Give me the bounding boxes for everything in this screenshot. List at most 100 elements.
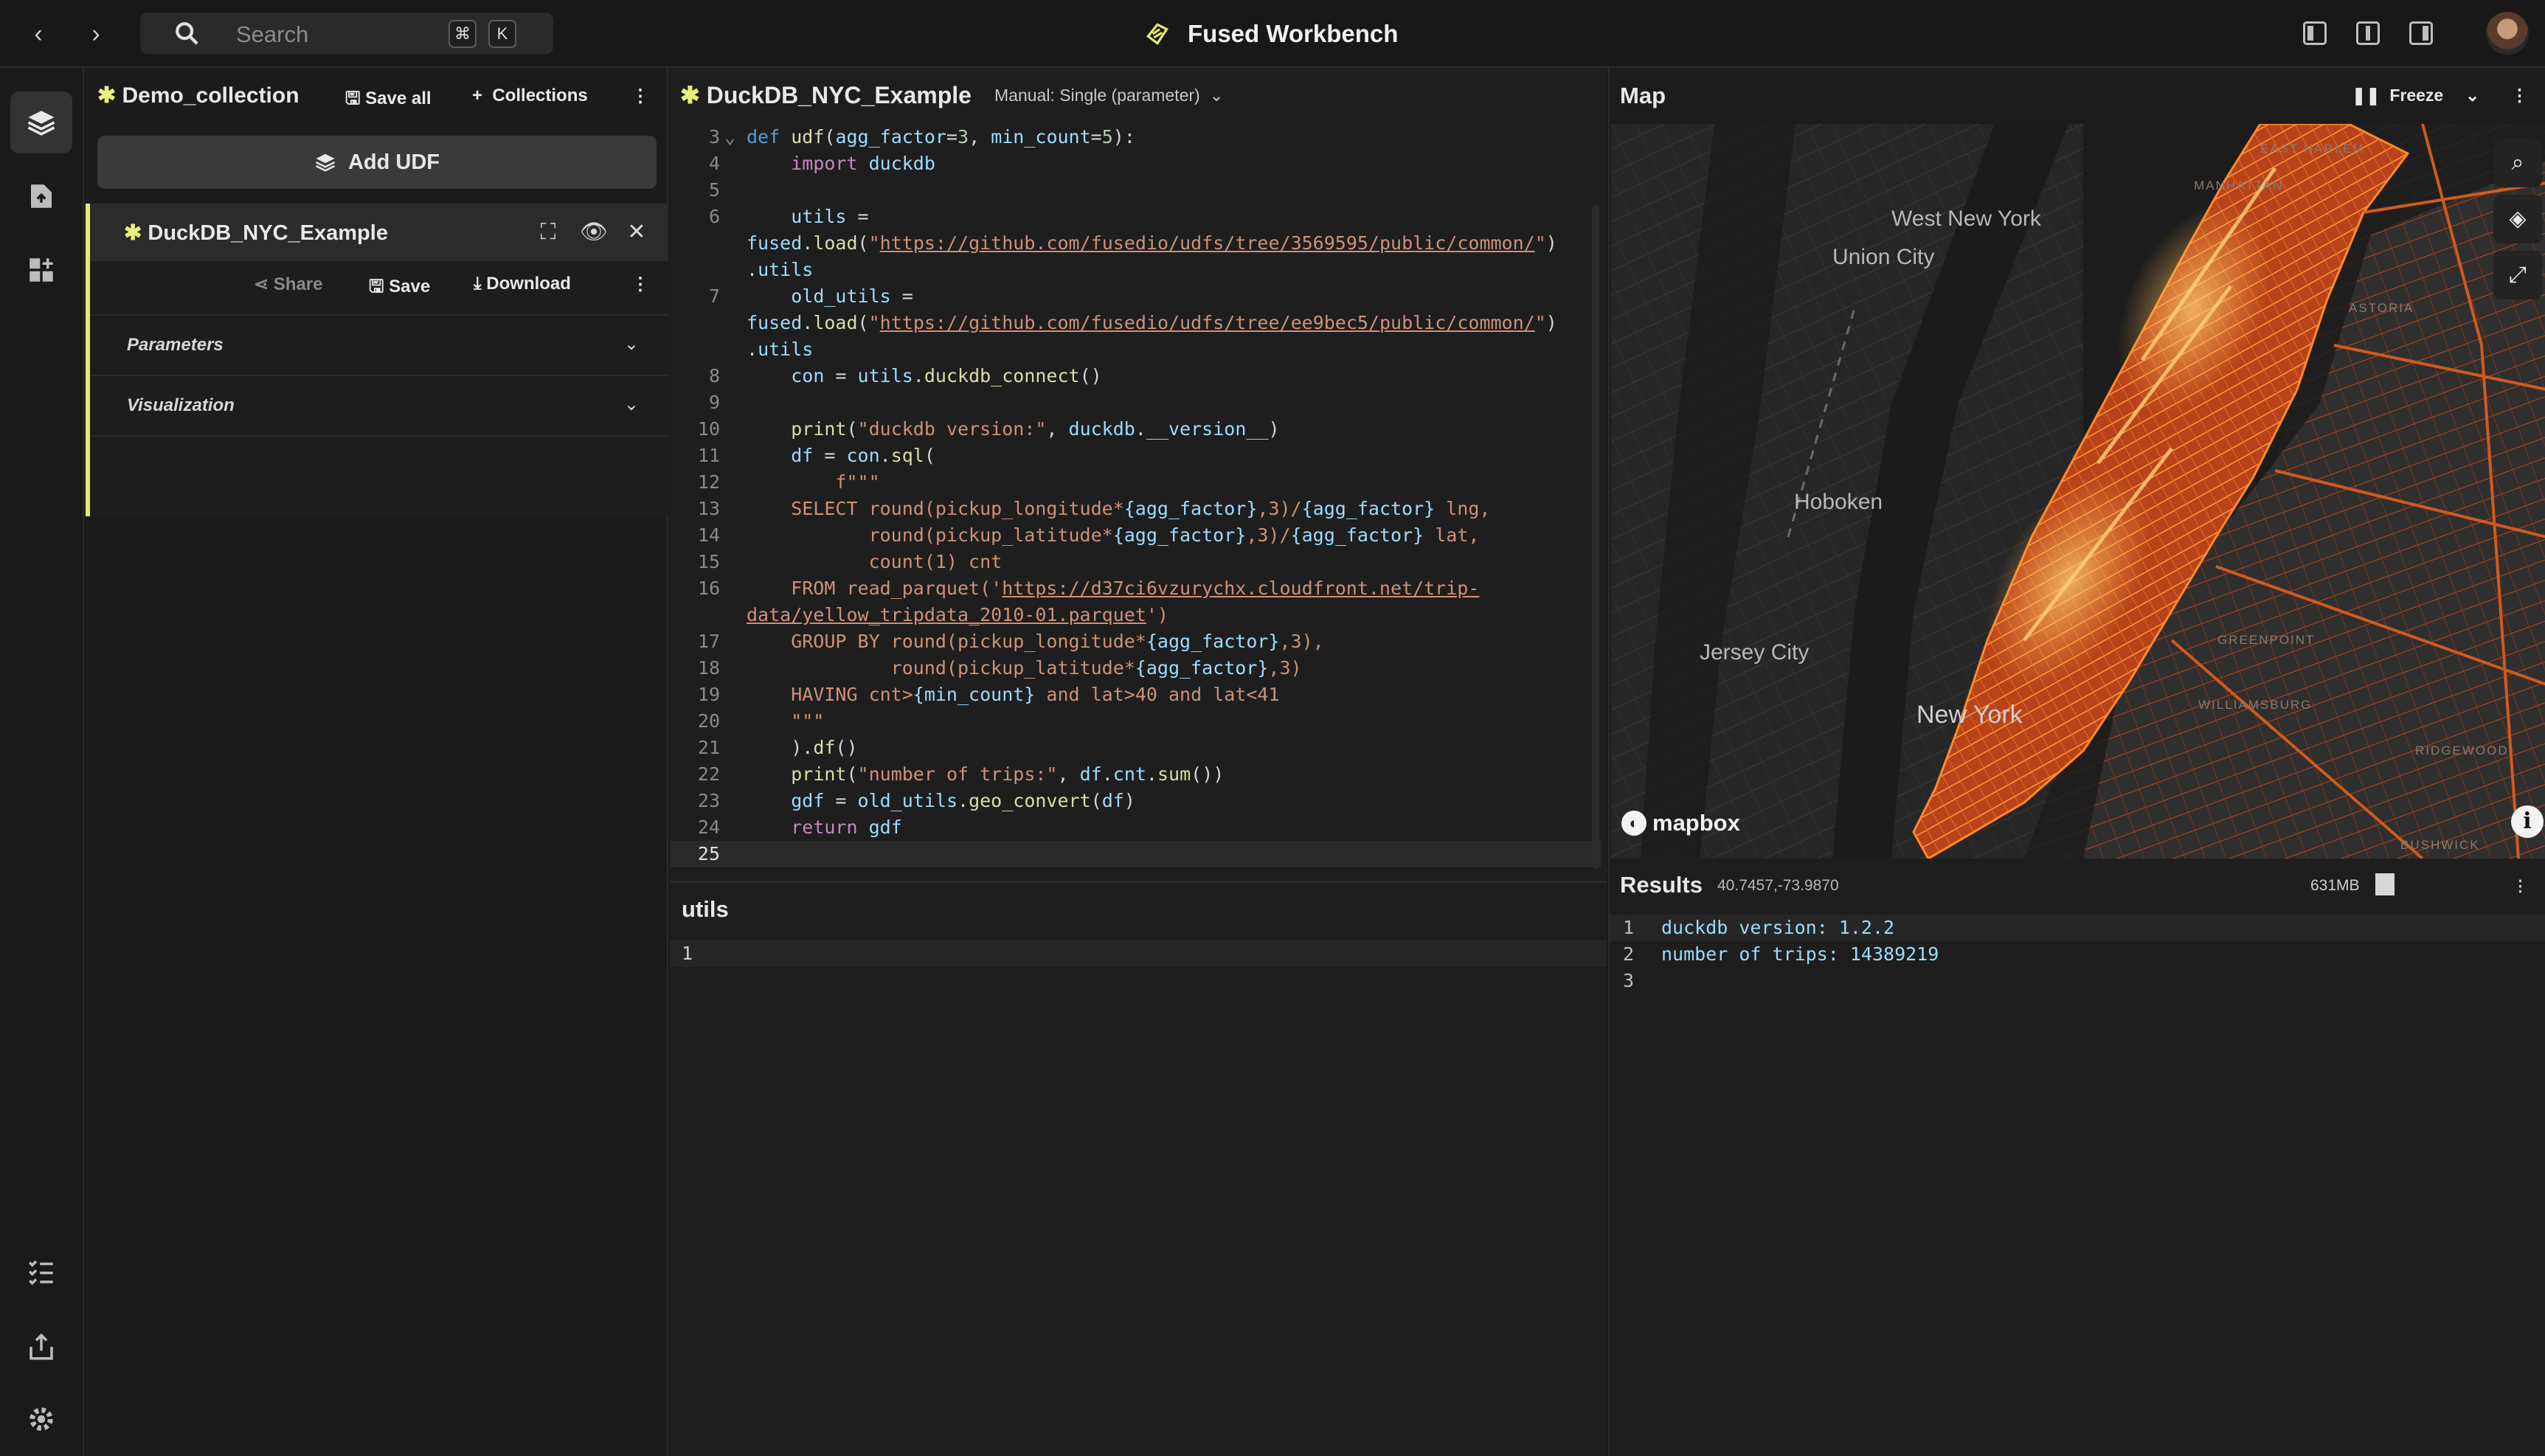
collection-name: Demo_collection xyxy=(122,83,299,108)
code-line: 15 count(1) cnt xyxy=(670,549,1601,575)
code-area[interactable]: 3 ⌄ def udf(agg_factor=3, min_count=5): 4 … xyxy=(670,124,1601,879)
save-all-button[interactable]: 🖫 Save all xyxy=(345,86,432,116)
fused-logo-icon xyxy=(1146,23,1168,45)
code-line: 20 """ xyxy=(670,708,1601,735)
results-more-icon[interactable]: ⋮ xyxy=(2513,877,2528,895)
editor-scrollbar[interactable] xyxy=(1592,205,1599,869)
map-canvas[interactable]: West New York Union City Hoboken Jersey … xyxy=(1611,124,2545,859)
file-upload-icon xyxy=(31,184,52,208)
left-rail xyxy=(0,68,84,1456)
code-line: 18 round(pickup_latitude*{agg_factor},3) xyxy=(670,655,1601,682)
line-number: 11 xyxy=(697,445,720,466)
map-label-williamsburg: WILLIAMSBURG xyxy=(2198,698,2313,712)
add-udf-label: Add UDF xyxy=(347,150,440,174)
rail-jobs-button[interactable] xyxy=(10,1241,72,1303)
chevron-down-icon: ⌄ xyxy=(623,334,639,354)
share-upload-icon xyxy=(30,1333,53,1360)
map-search-icon[interactable]: ⌕ xyxy=(2493,139,2542,187)
line-number: 24 xyxy=(697,817,720,838)
parameters-accordion[interactable]: Parameters ⌄ xyxy=(90,314,668,375)
map-label-manhattan: MANHATTAN xyxy=(2194,178,2284,193)
line-number: 15 xyxy=(697,551,720,572)
collection-more-icon[interactable]: ⋮ xyxy=(631,86,649,107)
visualization-accordion[interactable]: Visualization ⌄ xyxy=(90,375,668,435)
memory-bar xyxy=(2375,873,2395,895)
code-line: 12 f""" xyxy=(670,469,1601,496)
code-line: data/yellow_tripdata_2010-01.parquet') xyxy=(747,604,1168,625)
editor-header: ✱ DuckDB_NYC_Example Manual: Single (par… xyxy=(670,68,1607,124)
code-line: 7 old_utils = xyxy=(670,283,1601,310)
results-line: 3 xyxy=(1610,968,2545,994)
kbd-k: K xyxy=(488,20,516,48)
line-number: 21 xyxy=(697,737,720,758)
modified-star-icon: ✱ xyxy=(97,83,117,108)
code-line: .utils xyxy=(747,259,814,280)
udf-card-header[interactable]: ✱ DuckDB_NYC_Example ⛶ 👁 ✕ xyxy=(90,204,668,261)
code-line: 3 ⌄ def udf(agg_factor=3, min_count=5): xyxy=(670,124,1601,150)
results-line: 2 number of trips: 14389219 xyxy=(1610,941,2545,968)
run-mode-dropdown[interactable]: Manual: Single (parameter) ⌄ xyxy=(994,86,1224,105)
share-button[interactable]: ⋖ Share xyxy=(254,274,322,295)
layout-center-icon[interactable] xyxy=(2356,21,2380,45)
layers-icon xyxy=(315,153,336,172)
map-label-greenpoint: GREENPOINT xyxy=(2217,633,2316,647)
line-number: 16 xyxy=(697,578,720,599)
map-fullscreen-icon[interactable]: ⤢ xyxy=(2493,251,2542,299)
mapbox-label: mapbox xyxy=(1652,810,1740,836)
rail-files-button[interactable] xyxy=(10,165,72,227)
line-number: 6 xyxy=(708,206,720,227)
utils-code-line[interactable]: 1 xyxy=(670,940,1607,967)
eye-icon[interactable]: 👁 xyxy=(580,220,608,245)
save-all-label: Save all xyxy=(365,89,432,108)
close-icon[interactable]: ✕ xyxy=(624,220,649,245)
results-text: number of trips: 14389219 xyxy=(1661,943,1939,965)
map-label-hoboken: Hoboken xyxy=(1794,490,1883,514)
map-more-icon[interactable]: ⋮ xyxy=(2511,86,2528,105)
line-number: 2 xyxy=(1623,943,1635,965)
code-line-current: 25 xyxy=(670,841,1601,867)
results-text: duckdb version: 1.2.2 xyxy=(1661,917,1895,938)
results-line: 1 duckdb version: 1.2.2 xyxy=(1610,915,2545,941)
code-line: 23 gdf = old_utils.geo_convert(df) xyxy=(670,788,1601,814)
line-number: 1 xyxy=(682,943,693,964)
info-icon[interactable]: i xyxy=(2511,805,2544,838)
layout-left-icon[interactable] xyxy=(2303,21,2327,45)
map-label-bushwick: BUSHWICK xyxy=(2400,838,2480,852)
fold-chevron-icon[interactable]: ⌄ xyxy=(724,124,735,150)
gear-icon xyxy=(30,1407,53,1431)
freeze-button[interactable]: ❚❚ Freeze xyxy=(2352,86,2443,105)
grid-plus-icon xyxy=(30,258,53,282)
modified-star-icon: ✱ xyxy=(124,221,142,245)
run-mode-label: Manual: Single (parameter) xyxy=(994,86,1200,105)
map-layers-icon[interactable]: ◈ xyxy=(2493,195,2542,243)
forward-icon[interactable]: › xyxy=(80,18,112,50)
save-button[interactable]: 🖫 Save xyxy=(369,274,430,304)
rail-settings-button[interactable] xyxy=(10,1388,72,1450)
avatar[interactable] xyxy=(2486,12,2529,55)
layout-right-icon[interactable] xyxy=(2409,21,2433,45)
add-udf-button[interactable]: Add UDF xyxy=(97,136,657,189)
code-line: 4 import duckdb xyxy=(670,150,1601,177)
udf-more-icon[interactable]: ⋮ xyxy=(631,274,649,295)
back-icon[interactable]: ‹ xyxy=(22,18,55,50)
rail-udfs-button[interactable] xyxy=(10,91,72,153)
app-title-text: Fused Workbench xyxy=(1188,20,1399,47)
download-button[interactable]: ⤓ Download xyxy=(474,274,571,294)
code-line: 11 df = con.sql( xyxy=(670,443,1601,469)
cursor-coordinates: 40.7457,-73.9870 xyxy=(1717,877,1839,894)
chevron-down-icon[interactable]: ⌄ xyxy=(2465,86,2479,105)
focus-icon[interactable]: ⛶ xyxy=(536,220,561,245)
rail-catalog-button[interactable] xyxy=(10,239,72,301)
map-label-east-harlem: EAST HARLEM xyxy=(2260,142,2365,156)
collection-header: ✱ Demo_collection 🖫 Save all + Collectio… xyxy=(86,68,668,125)
download-label: Download xyxy=(486,274,571,294)
line-number: 1 xyxy=(1623,917,1635,938)
line-number: 18 xyxy=(697,657,720,679)
rail-share-button[interactable] xyxy=(10,1316,72,1378)
collections-button[interactable]: + Collections xyxy=(472,86,588,106)
udf-card-title: ✱ DuckDB_NYC_Example xyxy=(124,220,388,246)
search-box[interactable]: Search ⌘ K xyxy=(140,13,553,54)
utils-panel: utils 1 xyxy=(670,881,1607,1456)
top-bar: ‹ › Search ⌘ K Fused Workbench xyxy=(0,0,2545,68)
map-label-ridgewood: RIDGEWOOD xyxy=(2415,743,2509,758)
